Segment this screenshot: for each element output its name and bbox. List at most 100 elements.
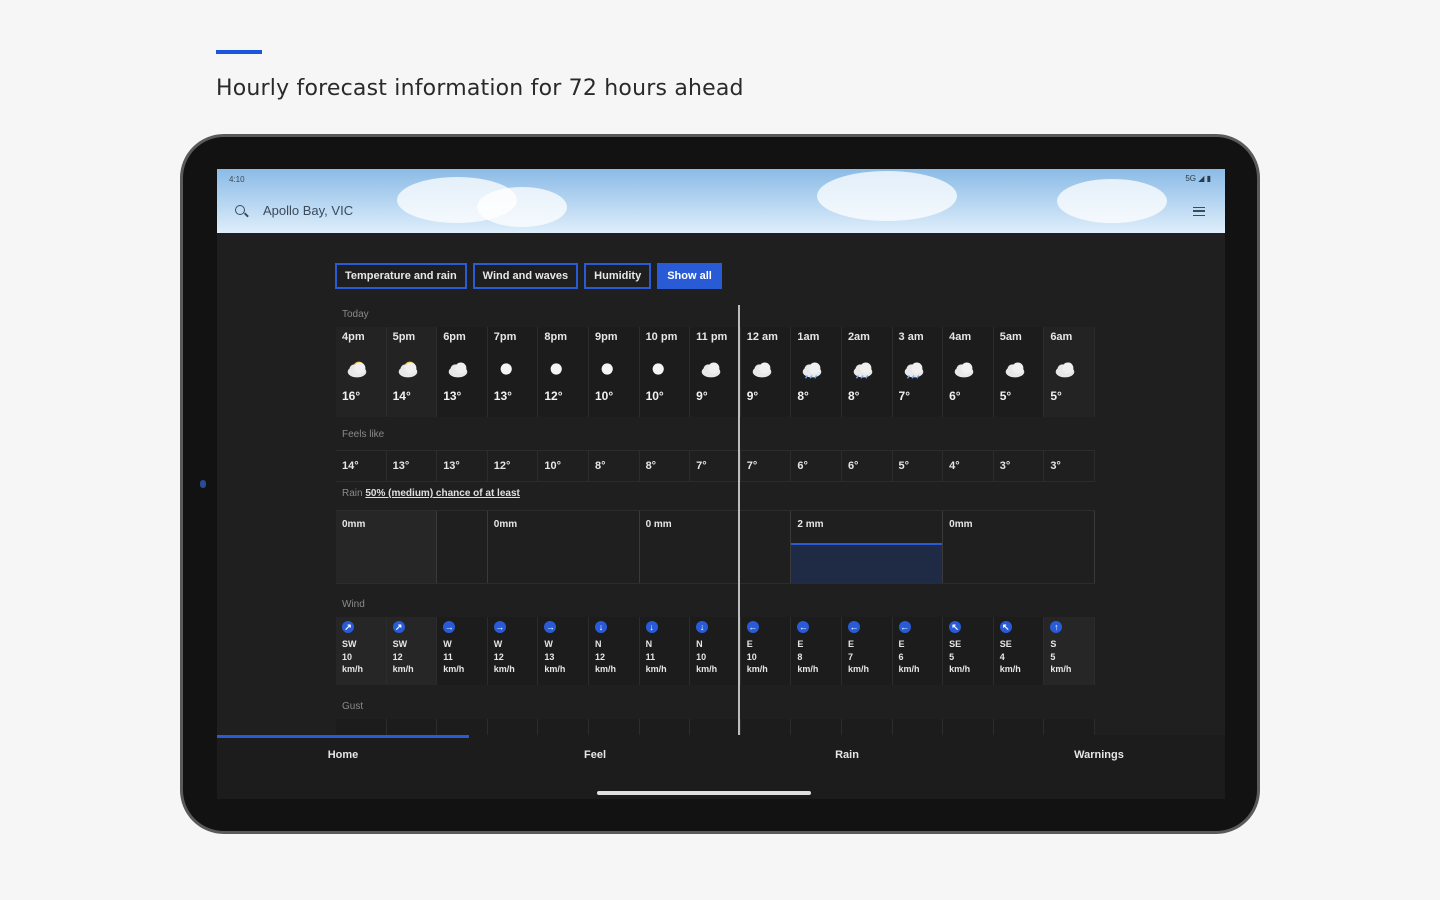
gust-label: Gust — [342, 701, 364, 712]
rain-amount-block — [437, 511, 488, 583]
filter-show-all[interactable]: Show all — [657, 263, 722, 289]
feels-like-cell: 6° — [842, 451, 893, 481]
wind-unit: km/h — [797, 664, 819, 674]
wind-direction-icon: ← — [898, 621, 911, 633]
wind-direction-icon: → — [544, 621, 557, 633]
hour-temperature: 13° — [493, 389, 512, 403]
hour-temperature: 10° — [594, 389, 614, 403]
status-time: 4:10 — [229, 175, 245, 184]
gust-cell — [386, 719, 438, 735]
nav-home[interactable]: Home — [217, 749, 469, 761]
wind-speed: 12 — [594, 652, 605, 662]
sky-cloud — [1057, 179, 1167, 223]
feels-like-cell: 4° — [943, 451, 994, 481]
wind-unit: km/h — [847, 664, 869, 674]
wind-cell: ↖ SE 5 km/h — [943, 617, 994, 685]
wind-cell: ↓ N 12 km/h — [588, 617, 640, 685]
feels-like-cell: 7° — [690, 451, 741, 481]
wind-direction: S — [1050, 639, 1057, 649]
current-time-line — [738, 305, 740, 735]
wind-unit: km/h — [594, 664, 616, 674]
wind-cell: ← E 7 km/h — [841, 617, 893, 685]
hour-column[interactable]: 6am 5° — [1044, 327, 1095, 417]
hour-temperature: 5° — [999, 389, 1012, 403]
page-headline: Hourly forecast information for 72 hours… — [216, 76, 744, 101]
gust-cell — [588, 719, 640, 735]
hour-column[interactable]: 10 pm 10° — [639, 327, 691, 417]
hour-time: 1am — [797, 331, 820, 343]
wind-direction: N — [594, 639, 602, 649]
hour-column[interactable]: 4am 6° — [943, 327, 994, 417]
hour-temperature: 13° — [443, 389, 462, 403]
hour-column[interactable]: 9pm 10° — [588, 327, 640, 417]
scroll-fade — [1098, 305, 1208, 735]
wind-direction-icon: ↑ — [1050, 621, 1063, 633]
wind-direction: E — [847, 639, 854, 649]
rain-amount-block: 0mm — [488, 511, 640, 583]
filter-humidity[interactable]: Humidity — [584, 263, 652, 289]
rain-amount: 0mm — [493, 519, 518, 530]
hour-column[interactable]: 11 pm 9° — [690, 327, 741, 417]
hour-column[interactable]: 5am 5° — [993, 327, 1045, 417]
gust-cell — [1044, 719, 1095, 735]
hour-temperature: 9° — [696, 389, 708, 403]
wind-speed: 11 — [443, 652, 453, 662]
wind-speed: 11 — [645, 652, 656, 662]
wind-cell: → W 13 km/h — [538, 617, 589, 685]
hourly-forecast-grid[interactable]: Today 4pm 16° 5pm 14° 6pm 13° 7pm 13° 8pm 12° 9pm 1… — [336, 305, 1108, 735]
hour-column[interactable]: 1am 8° — [791, 327, 842, 417]
rain-amount: 0mm — [342, 519, 366, 530]
bottom-navigation: Home Feel Rain Warnings — [217, 735, 1225, 799]
location-search-input[interactable]: Apollo Bay, VIC — [263, 203, 353, 218]
hour-column[interactable]: 3 am 7° — [892, 327, 944, 417]
wind-cell: → W 11 km/h — [437, 617, 488, 685]
hour-column[interactable]: 12 am 9° — [740, 327, 792, 417]
hour-column[interactable]: 2am 8° — [841, 327, 893, 417]
filter-temperature-rain[interactable]: Temperature and rain — [335, 263, 467, 289]
gust-cell — [538, 719, 589, 735]
wind-speed: 5 — [949, 652, 955, 662]
wind-cell: ↓ N 11 km/h — [639, 617, 691, 685]
hour-column[interactable]: 5pm 14° — [386, 327, 438, 417]
hour-column[interactable]: 4pm 16° — [336, 327, 387, 417]
wind-direction: E — [797, 639, 804, 649]
day-label: Today — [342, 309, 369, 320]
wind-direction: N — [696, 639, 703, 649]
wind-cell: ← E 6 km/h — [892, 617, 944, 685]
feels-like-cell: 13° — [437, 451, 488, 481]
hour-column[interactable]: 6pm 13° — [437, 327, 488, 417]
menu-icon[interactable] — [1193, 207, 1205, 216]
wind-unit: km/h — [392, 664, 414, 674]
hour-time: 7pm — [493, 331, 517, 343]
wind-direction-icon: ↖ — [949, 621, 962, 633]
sky-cloud — [817, 171, 957, 221]
hour-time: 9pm — [594, 331, 618, 343]
wind-cell: ↗ SW 10 km/h — [336, 617, 387, 685]
wind-speed: 6 — [898, 652, 904, 662]
hour-column[interactable]: 7pm 13° — [487, 327, 539, 417]
feels-like-cell: 13° — [387, 451, 438, 481]
nav-feel[interactable]: Feel — [469, 749, 721, 761]
wind-direction-icon: ← — [797, 621, 810, 633]
search-icon[interactable] — [235, 205, 245, 215]
gust-row — [336, 719, 1095, 735]
wind-unit: km/h — [544, 664, 566, 674]
home-gesture-handle[interactable] — [597, 791, 811, 795]
wind-direction-icon: → — [443, 621, 456, 633]
gust-cell — [791, 719, 842, 735]
nav-warnings[interactable]: Warnings — [973, 749, 1225, 761]
feels-like-cell: 8° — [640, 451, 691, 481]
nav-rain[interactable]: Rain — [721, 749, 973, 761]
wind-speed: 7 — [847, 652, 853, 662]
nav-active-indicator — [217, 735, 469, 738]
wind-unit: km/h — [342, 664, 364, 674]
rain-label: Rain — [342, 488, 363, 499]
wind-direction-icon: ↗ — [342, 621, 354, 633]
rain-amount-block: 2 mm — [791, 511, 944, 583]
search-header: 4:10 5G ◢ ▮ Apollo Bay, VIC — [217, 169, 1225, 233]
rain-amount: 2 mm — [797, 519, 824, 530]
filter-wind-waves[interactable]: Wind and waves — [472, 263, 579, 289]
hour-column[interactable]: 8pm 12° — [538, 327, 589, 417]
hour-temperature: 10° — [645, 389, 664, 403]
rain-chance-link[interactable]: 50% (medium) chance of at least — [365, 488, 520, 499]
